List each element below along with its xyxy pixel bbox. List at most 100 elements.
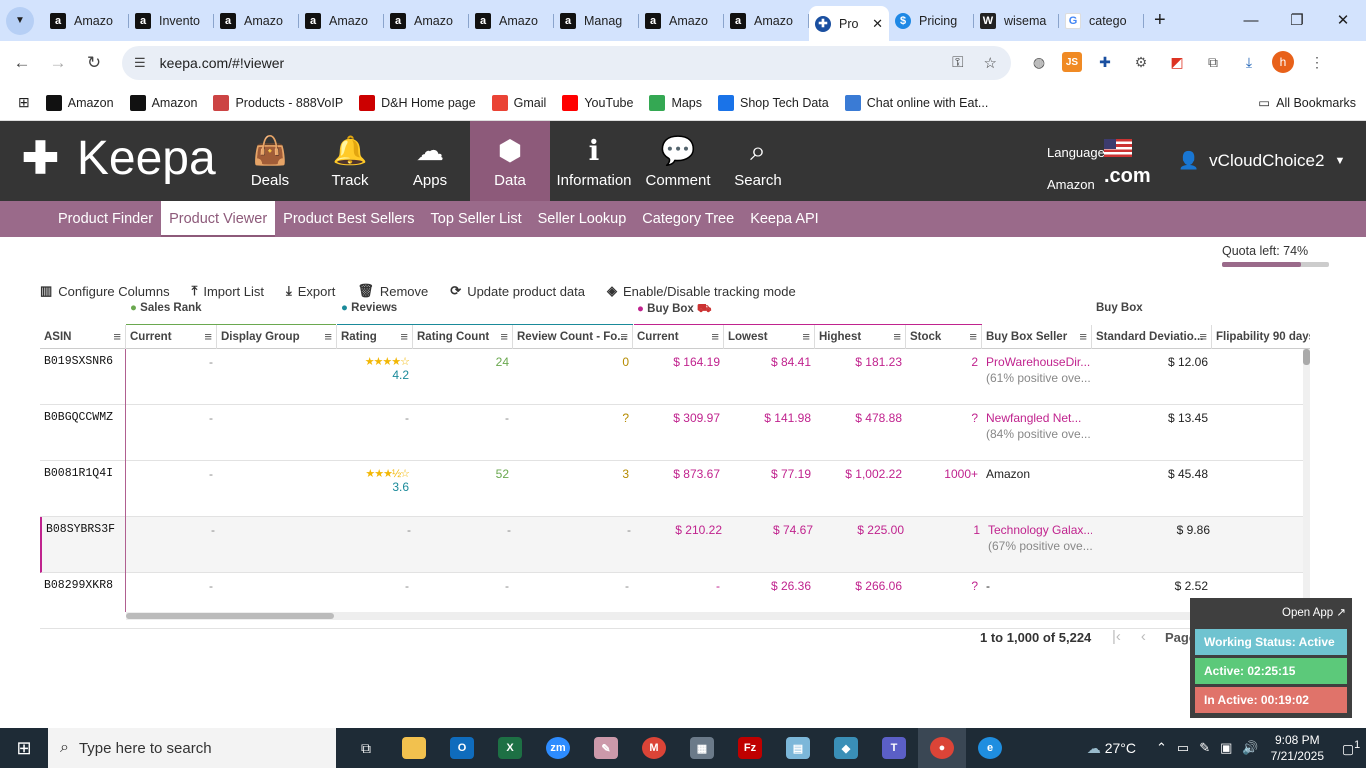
amazon-domain[interactable]: .com [1104, 165, 1151, 188]
network-icon[interactable]: ▣ [1220, 740, 1232, 756]
nav-deals[interactable]: 👜 Deals [230, 121, 310, 201]
vpn-icon[interactable]: ◆ [822, 728, 870, 768]
column-menu-icon[interactable]: ≡ [893, 325, 901, 349]
chrome-profile-icon[interactable]: M [630, 728, 678, 768]
column-menu-icon[interactable]: ≡ [204, 325, 212, 349]
reload-button[interactable]: ↻ [76, 53, 112, 73]
col-flipability[interactable]: Flipability 90 days [1212, 325, 1310, 349]
table-row[interactable]: B019SXSNR6 - ★★★★☆ 4.2 24 0 $ 164.19 $ 84.41 $ 1… [40, 349, 1304, 405]
forward-button[interactable]: → [40, 53, 76, 73]
new-tab-button[interactable]: + [1154, 9, 1166, 32]
bookmark-star-icon[interactable]: ☆ [984, 54, 997, 72]
zoom-icon[interactable]: zm [534, 728, 582, 768]
vertical-scroll-thumb[interactable] [1303, 349, 1310, 365]
nav-search[interactable]: ⌕ Search [718, 121, 798, 201]
chrome-menu-icon[interactable]: ⋮ [1304, 49, 1330, 75]
minimize-button[interactable]: — [1228, 0, 1274, 40]
nav-track[interactable]: 🔔 Track [310, 121, 390, 201]
tab-10[interactable]: $ Pricing [889, 5, 974, 37]
file-explorer-icon[interactable] [390, 728, 438, 768]
col-stock[interactable]: Stock ≡ [906, 325, 982, 349]
column-menu-icon[interactable]: ≡ [324, 325, 332, 349]
tab-8[interactable]: a Amazo [724, 5, 809, 37]
keepa-logo[interactable]: ✚ Keepa [22, 131, 216, 186]
restore-button[interactable]: ❐ [1274, 0, 1320, 40]
start-button[interactable]: ⊞ [0, 728, 48, 768]
all-bookmarks[interactable]: ▭ All Bookmarks [1258, 95, 1356, 111]
buy-box-seller-cell[interactable]: ProWarehouseDir... [986, 355, 1090, 369]
open-app-button[interactable]: Open App ↗ [1282, 605, 1346, 619]
bookmark-2[interactable]: Products - 888VoIP [213, 94, 343, 111]
address-bar[interactable]: ☰ keepa.com/#!viewer ⚿ ☆ [122, 46, 1011, 80]
keepa-extension-icon[interactable]: ✚ [1092, 49, 1118, 75]
prev-page-icon[interactable]: ‹ [1141, 628, 1146, 645]
tab-12[interactable]: Gcatego [1059, 5, 1144, 37]
subnav-0[interactable]: Product Finder [50, 201, 161, 237]
taskbar-search[interactable]: ⌕ Type here to search [48, 728, 336, 768]
col-buy-box-seller[interactable]: Buy Box Seller ≡ [982, 325, 1092, 349]
table-row[interactable]: B08299XKR8- - - - - $ 26.36 $ 266.06? - $ 2.52 [40, 573, 1304, 629]
column-menu-icon[interactable]: ≡ [113, 325, 121, 349]
tracking-mode-button[interactable]: ◈ Enable/Disable tracking mode [607, 283, 796, 299]
edge-icon[interactable]: e [966, 728, 1014, 768]
col-std-dev[interactable]: Standard Deviatio... ≡ [1092, 325, 1212, 349]
filezilla-icon[interactable]: Fz [726, 728, 774, 768]
col-lowest[interactable]: Lowest ≡ [724, 325, 815, 349]
paint-icon[interactable]: ✎ [582, 728, 630, 768]
tab-7[interactable]: a Amazo [639, 5, 724, 37]
import-list-button[interactable]: ⤒ Import List [192, 283, 264, 299]
tab-5[interactable]: a Amazo [469, 5, 554, 37]
notepad-icon[interactable]: ▤ [774, 728, 822, 768]
vertical-scrollbar[interactable] [1303, 349, 1310, 611]
bookmark-5[interactable]: YouTube [562, 94, 633, 111]
task-view-icon[interactable]: ⧉ [342, 728, 390, 768]
subnav-6[interactable]: Keepa API [742, 201, 827, 237]
key-icon[interactable]: ⚿ [952, 54, 963, 72]
close-tab-icon[interactable]: ✕ [872, 16, 883, 32]
table-row[interactable]: B0081R1Q4I - ★★★½☆ 3.6 52 3 $ 873.67 $ 77.19 $ 1… [40, 461, 1304, 517]
horizontal-scrollbar[interactable] [126, 612, 1304, 620]
site-info-icon[interactable]: ☰ [134, 55, 146, 71]
profile-avatar[interactable]: h [1272, 51, 1294, 73]
us-flag-icon[interactable] [1104, 139, 1132, 157]
bookmark-0[interactable]: Amazon [45, 94, 114, 111]
subnav-1[interactable]: Product Viewer [161, 201, 276, 237]
js-extension-icon[interactable]: JS [1062, 52, 1082, 72]
user-menu[interactable]: 👤 vCloudChoice2 ▼ [1178, 151, 1345, 171]
calculator-icon[interactable]: ▦ [678, 728, 726, 768]
tab-11[interactable]: Wwisema [974, 5, 1059, 37]
update-product-data-button[interactable]: ⟳ Update product data [450, 283, 585, 299]
column-menu-icon[interactable]: ≡ [802, 325, 810, 349]
horizontal-scroll-thumb[interactable] [126, 613, 334, 619]
table-row[interactable]: B0BGQCCWMZ - - -? $ 309.97 $ 141.98 $ 478.88? N… [40, 405, 1304, 461]
col-rating[interactable]: Rating ≡ [337, 325, 413, 349]
close-window-button[interactable]: ✕ [1320, 0, 1366, 40]
column-menu-icon[interactable]: ≡ [500, 325, 508, 349]
nav-information[interactable]: ℹ Information [550, 121, 638, 201]
column-menu-icon[interactable]: ≡ [969, 325, 977, 349]
puzzle-extensions-icon[interactable]: ⧉ [1200, 49, 1226, 75]
tab-4[interactable]: a Amazo [384, 5, 469, 37]
bookmark-4[interactable]: Gmail [491, 94, 546, 111]
tab-9[interactable]: ✚ Pro ✕ [809, 6, 889, 41]
bookmark-6[interactable]: Maps [649, 94, 702, 111]
notification-center-icon[interactable]: ▢1 [1336, 739, 1366, 757]
column-menu-icon[interactable]: ≡ [620, 325, 628, 349]
excel-icon[interactable]: X [486, 728, 534, 768]
back-button[interactable]: ← [4, 53, 40, 73]
apps-grid-icon[interactable]: ⊞ [18, 94, 30, 111]
col-sales-current[interactable]: Current ≡ [126, 325, 217, 349]
bookmark-7[interactable]: Shop Tech Data [718, 94, 829, 111]
globe-extension-icon[interactable]: ◍ [1026, 49, 1052, 75]
col-bb-current[interactable]: Current ≡ [633, 325, 724, 349]
bookmark-3[interactable]: D&H Home page [359, 94, 476, 111]
subnav-2[interactable]: Product Best Sellers [275, 201, 422, 237]
tab-search-button[interactable]: ▼ [6, 6, 34, 35]
column-menu-icon[interactable]: ≡ [711, 325, 719, 349]
bookmark-8[interactable]: Chat online with Eat... [844, 94, 988, 111]
buy-box-seller-cell[interactable]: Newfangled Net... [986, 411, 1090, 425]
download-icon[interactable]: ⤓ [1236, 49, 1262, 75]
tab-3[interactable]: a Amazo [299, 5, 384, 37]
export-button[interactable]: ⤓ Export [286, 283, 335, 299]
tab-0[interactable]: a Amazo [44, 5, 129, 37]
